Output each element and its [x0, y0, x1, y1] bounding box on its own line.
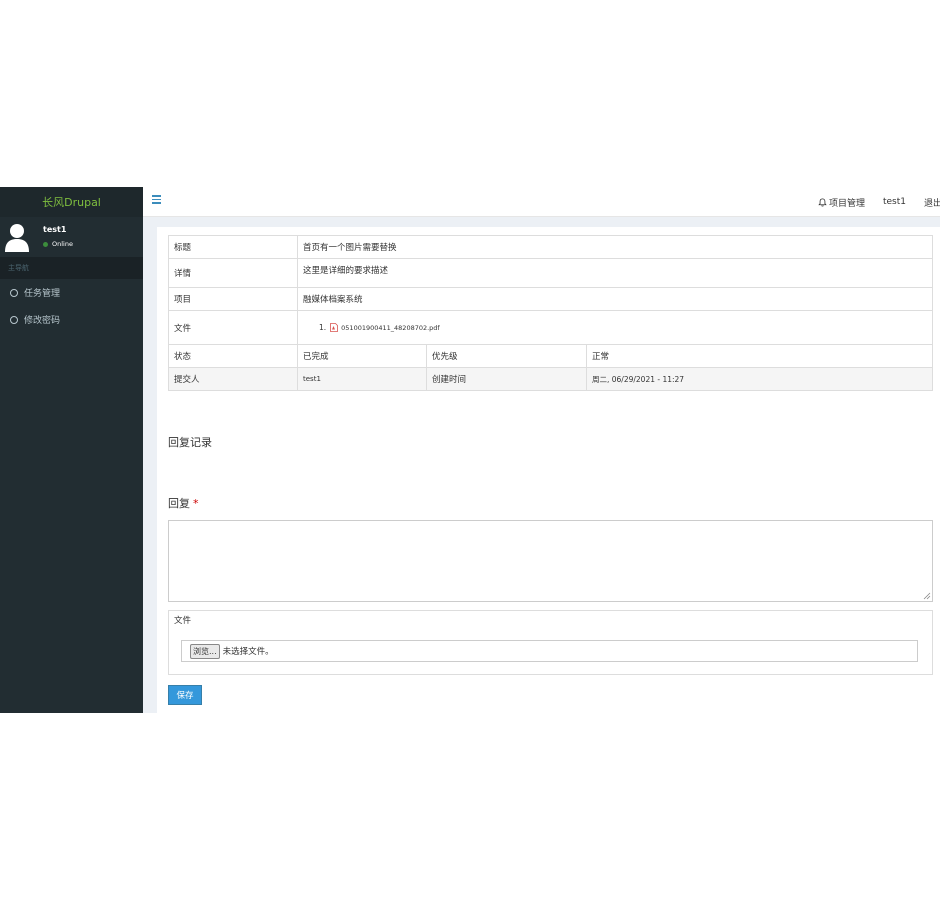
avatar-icon: [5, 224, 29, 252]
project-management-label: 项目管理: [828, 198, 865, 209]
created-label: 创建时间: [426, 367, 587, 391]
logout-link[interactable]: 退出: [924, 196, 940, 209]
save-button[interactable]: 保存: [168, 685, 202, 705]
status-text: Online: [52, 240, 73, 248]
sidebar-item-task-management[interactable]: 任务管理: [0, 279, 143, 306]
pdf-icon: [330, 323, 339, 332]
file-input[interactable]: 浏览... 未选择文件。: [181, 640, 918, 662]
priority-label: 优先级: [426, 344, 587, 368]
menu-toggle-icon[interactable]: [152, 195, 161, 204]
file-list-item: 1. 051001900411_48208702.pdf: [303, 323, 927, 332]
user-status: Online: [43, 240, 73, 248]
project-value: 融媒体档案系统: [297, 287, 933, 311]
submitter-label: 提交人: [168, 367, 298, 391]
title-label: 标题: [168, 235, 298, 259]
file-download-link[interactable]: 051001900411_48208702.pdf: [341, 324, 440, 332]
project-label: 项目: [168, 287, 298, 311]
sidebar-item-label: 任务管理: [24, 289, 61, 299]
bell-icon: [818, 197, 827, 206]
title-value: 首页有一个图片需要替换: [297, 235, 933, 259]
content-background: [143, 217, 940, 227]
sidebar-item-change-password[interactable]: 修改密码: [0, 306, 143, 333]
detail-value: 这里是详细的要求描述: [297, 258, 933, 288]
table-row: 详情 这里是详细的要求描述: [168, 258, 933, 288]
project-management-link[interactable]: 项目管理: [818, 196, 865, 209]
reply-label-text: 回复: [168, 497, 190, 510]
reply-textarea[interactable]: [168, 520, 933, 602]
task-detail-card: 标题 首页有一个图片需要替换 详情 这里是详细的要求描述 项目 融媒体档案系统 …: [157, 227, 940, 713]
file-label: 文件: [168, 310, 298, 345]
created-value: 周二, 06/29/2021 - 11:27: [586, 367, 933, 391]
circle-icon: [10, 288, 18, 297]
task-info-table: 标题 首页有一个图片需要替换 详情 这里是详细的要求描述 项目 融媒体档案系统 …: [168, 235, 933, 391]
browse-button[interactable]: 浏览...: [190, 643, 220, 659]
user-name: test1: [43, 225, 67, 234]
file-number: 1.: [319, 323, 327, 332]
file-upload-legend: 文件: [174, 616, 192, 626]
priority-value: 正常: [586, 344, 933, 368]
table-row: 提交人 test1 创建时间 周二, 06/29/2021 - 11:27: [168, 367, 933, 391]
file-value: 1. 051001900411_48208702.pdf: [297, 310, 933, 345]
table-row: 项目 融媒体档案系统: [168, 287, 933, 311]
circle-icon: [10, 315, 18, 324]
reply-history-title: 回复记录: [168, 436, 212, 449]
detail-label: 详情: [168, 258, 298, 288]
nav-header: 主导航: [0, 257, 143, 279]
table-row: 文件 1. 051001900411_48208702.pdf: [168, 310, 933, 345]
status-label: 状态: [168, 344, 298, 368]
status-value: 已完成: [297, 344, 427, 368]
required-marker: *: [193, 497, 199, 510]
sidebar-item-label: 修改密码: [24, 316, 61, 326]
table-row: 标题 首页有一个图片需要替换: [168, 235, 933, 259]
resize-grip-icon[interactable]: [923, 592, 931, 600]
no-file-text: 未选择文件。: [222, 647, 274, 657]
file-upload-fieldset: 文件 浏览... 未选择文件。: [168, 610, 933, 675]
table-row: 状态 已完成 优先级 正常: [168, 344, 933, 368]
logo[interactable]: 长风Drupal: [0, 187, 143, 217]
reply-label: 回复 *: [168, 495, 199, 511]
user-panel: test1 Online: [0, 217, 143, 257]
content-background-edge: [143, 227, 157, 713]
header-nav: 项目管理 test1 退出: [818, 187, 940, 217]
user-menu-link[interactable]: test1: [883, 197, 906, 207]
top-header: 项目管理 test1 退出: [143, 187, 940, 217]
sidebar: 长风Drupal test1 Online 主导航 任务管理 修改密码: [0, 187, 143, 713]
online-dot-icon: [43, 241, 48, 247]
submitter-value: test1: [297, 367, 427, 391]
